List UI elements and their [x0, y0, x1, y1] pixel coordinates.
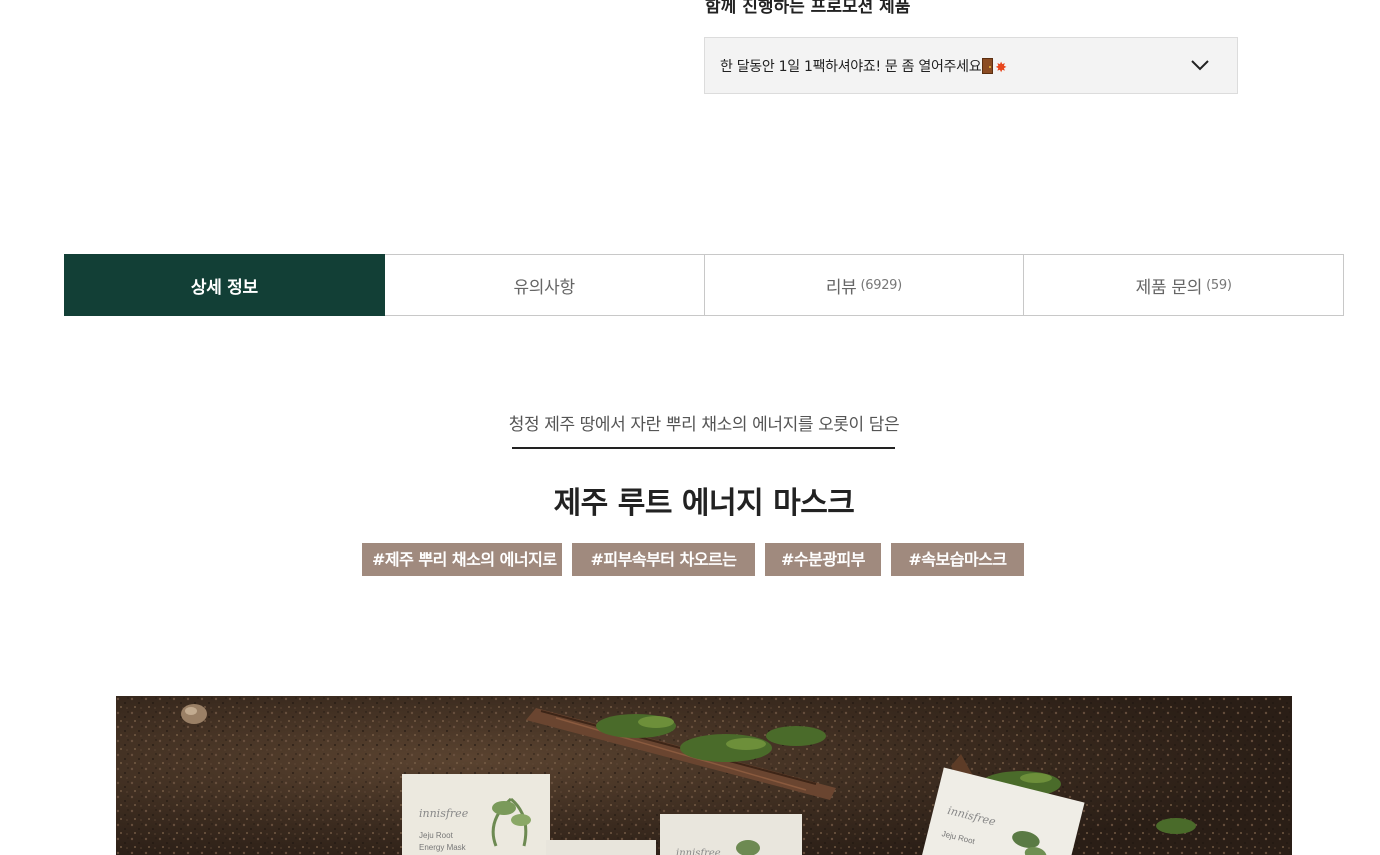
promotion-select-value: 한 달동안 1일 1팩하셔야죠! 문 좀 열어주세요 ✸ [720, 58, 1007, 76]
tab-label: 상세 정보 [190, 277, 258, 298]
svg-text:Energy Mask: Energy Mask [419, 843, 467, 852]
hashtag-list: #제주 뿌리 채소의 에너지로 #피부속부터 차오르는 #수분광피부 #속보습마… [362, 543, 1024, 576]
soil-scene-illustration: innisfree Jeju Root Energy Mask innisfre… [116, 696, 1292, 855]
review-count: (6929) [860, 277, 903, 293]
tab-detail-info[interactable]: 상세 정보 [64, 254, 385, 316]
tab-product-inquiry[interactable]: 제품 문의 (59) [1024, 254, 1344, 316]
tab-reviews[interactable]: 리뷰 (6929) [704, 254, 1025, 316]
tab-label: 제품 문의 [1135, 277, 1203, 298]
hashtag: #속보습마스크 [891, 543, 1024, 576]
product-title: 제주 루트 에너지 마스크 [553, 486, 855, 521]
tab-notice[interactable]: 유의사항 [384, 254, 705, 316]
product-subtitle: 청정 제주 땅에서 자란 뿌리 채소의 에너지를 오롯이 담은 [508, 415, 900, 435]
promotion-title: 함께 진행하는 프로모션 제품 [705, 0, 911, 17]
collision-icon: ✸ [995, 60, 1007, 76]
hashtag: #피부속부터 차오르는 [572, 543, 755, 576]
tab-label: 리뷰 [825, 277, 857, 298]
svg-text:innisfree: innisfree [676, 848, 721, 855]
door-icon [982, 58, 994, 74]
svg-text:innisfree: innisfree [419, 807, 469, 820]
svg-text:Jeju Root: Jeju Root [419, 831, 454, 840]
hashtag: #제주 뿌리 채소의 에너지로 [362, 543, 562, 576]
hashtag: #수분광피부 [765, 543, 881, 576]
product-hero-image: innisfree Jeju Root Energy Mask innisfre… [116, 696, 1292, 855]
subtitle-underline [512, 447, 895, 449]
tab-label: 유의사항 [513, 277, 575, 298]
promotion-select[interactable]: 한 달동안 1일 1팩하셔야죠! 문 좀 열어주세요 ✸ [704, 37, 1238, 94]
detail-tabs: 상세 정보 유의사항 리뷰 (6929) 제품 문의 (59) [64, 254, 1344, 316]
chevron-down-icon[interactable] [1190, 58, 1210, 72]
inquiry-count: (59) [1206, 277, 1232, 293]
